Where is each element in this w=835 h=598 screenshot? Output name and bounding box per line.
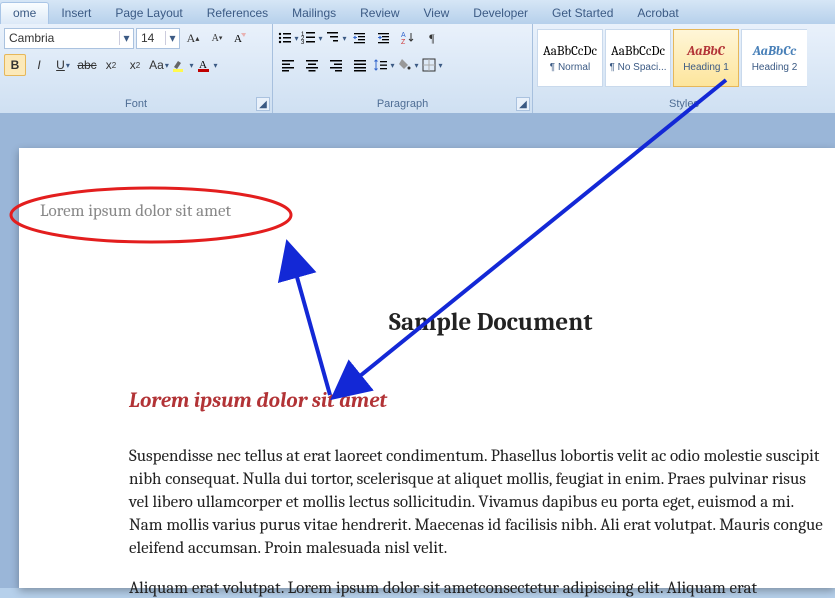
italic-button[interactable]: I: [28, 54, 50, 76]
clear-formatting-button[interactable]: A: [230, 27, 252, 49]
document-body-paragraph-2: Aliquam erat volutpat. Lorem ipsum dolor…: [129, 579, 835, 598]
paragraph-dialog-launcher[interactable]: ◢: [516, 97, 530, 111]
group-font: Cambria ▾ 14 ▾ A▴ A▾ A B I U▾ abc x2: [0, 24, 273, 113]
underline-button[interactable]: U▾: [52, 54, 74, 76]
bold-button[interactable]: B: [4, 54, 26, 76]
font-color-button[interactable]: A▾: [196, 54, 218, 76]
group-label-styles: Styles: [533, 96, 835, 112]
justify-button[interactable]: [349, 54, 371, 76]
strikethrough-button[interactable]: abc: [76, 54, 98, 76]
chevron-down-icon: ▾: [119, 31, 133, 45]
style-name: ¶ No Spaci...: [609, 62, 666, 73]
style-name: Heading 2: [752, 62, 798, 73]
chevron-down-icon: ▾: [165, 31, 179, 45]
group-label-font: Font: [0, 96, 272, 112]
tab-home[interactable]: ome: [0, 2, 49, 24]
font-dialog-launcher[interactable]: ◢: [256, 97, 270, 111]
shrink-font-button[interactable]: A▾: [206, 27, 228, 49]
style-no-spacing[interactable]: AaBbCcDc ¶ No Spaci...: [605, 29, 671, 87]
ribbon-tabs: ome Insert Page Layout References Mailin…: [0, 0, 835, 24]
tab-page-layout[interactable]: Page Layout: [103, 3, 194, 24]
tab-view[interactable]: View: [412, 3, 462, 24]
style-normal[interactable]: AaBbCcDc ¶ Normal: [537, 29, 603, 87]
font-size-value: 14: [137, 31, 158, 45]
tab-get-started[interactable]: Get Started: [540, 3, 625, 24]
group-label-paragraph: Paragraph: [273, 96, 532, 112]
tab-developer[interactable]: Developer: [461, 3, 540, 24]
multilevel-list-button[interactable]: ▾: [325, 27, 347, 49]
decrease-indent-button[interactable]: [349, 27, 371, 49]
style-name: Heading 1: [683, 62, 729, 73]
page[interactable]: Lorem ipsum dolor sit amet Sample Docume…: [19, 148, 835, 588]
style-heading-2[interactable]: AaBbCc Heading 2: [741, 29, 807, 87]
align-left-button[interactable]: [277, 54, 299, 76]
numbering-button[interactable]: 123▾: [301, 27, 323, 49]
change-case-button[interactable]: Aa▾: [148, 54, 170, 76]
grow-font-button[interactable]: A▴: [182, 27, 204, 49]
tab-mailings[interactable]: Mailings: [280, 3, 348, 24]
tab-review[interactable]: Review: [348, 3, 411, 24]
document-heading-1: Lorem ipsum dolor sit amet: [129, 389, 835, 413]
group-paragraph: ▾ 123▾ ▾ AZ ¶ ▾ ▾ ▾ Paragraph ◢: [273, 24, 533, 113]
bullets-button[interactable]: ▾: [277, 27, 299, 49]
svg-text:A: A: [401, 32, 406, 39]
group-styles: AaBbCcDc ¶ Normal AaBbCcDc ¶ No Spaci...…: [533, 24, 835, 113]
style-sample: AaBbCc: [753, 44, 796, 59]
increase-indent-button[interactable]: [373, 27, 395, 49]
font-size-combo[interactable]: 14 ▾: [136, 28, 180, 49]
navigation-heading-text: Lorem ipsum dolor sit amet: [40, 202, 231, 221]
style-sample: AaBbCcDc: [611, 44, 665, 59]
font-name-combo[interactable]: Cambria ▾: [4, 28, 134, 49]
shading-button[interactable]: ▾: [397, 54, 419, 76]
subscript-button[interactable]: x2: [100, 54, 122, 76]
ribbon: Cambria ▾ 14 ▾ A▴ A▾ A B I U▾ abc x2: [0, 24, 835, 114]
align-right-button[interactable]: [325, 54, 347, 76]
document-area: Lorem ipsum dolor sit amet Sample Docume…: [0, 114, 835, 588]
document-body-paragraph: Suspendisse nec tellus at erat laoreet c…: [129, 446, 829, 561]
svg-text:3: 3: [301, 40, 305, 46]
align-center-button[interactable]: [301, 54, 323, 76]
sort-button[interactable]: AZ: [397, 27, 419, 49]
tab-acrobat[interactable]: Acrobat: [625, 3, 690, 24]
style-sample: AaBbC: [687, 44, 724, 59]
document-title: Sample Document: [389, 308, 835, 337]
line-spacing-button[interactable]: ▾: [373, 54, 395, 76]
svg-text:Z: Z: [401, 39, 406, 46]
style-name: ¶ Normal: [550, 62, 590, 73]
borders-button[interactable]: ▾: [421, 54, 443, 76]
font-name-value: Cambria: [5, 31, 58, 45]
style-heading-1[interactable]: AaBbC Heading 1: [673, 29, 739, 87]
highlight-button[interactable]: ▾: [172, 54, 194, 76]
tab-references[interactable]: References: [195, 3, 280, 24]
style-sample: AaBbCcDc: [543, 44, 597, 59]
superscript-button[interactable]: x2: [124, 54, 146, 76]
tab-insert[interactable]: Insert: [49, 3, 103, 24]
show-hide-button[interactable]: ¶: [421, 27, 443, 49]
svg-text:A: A: [234, 33, 242, 45]
